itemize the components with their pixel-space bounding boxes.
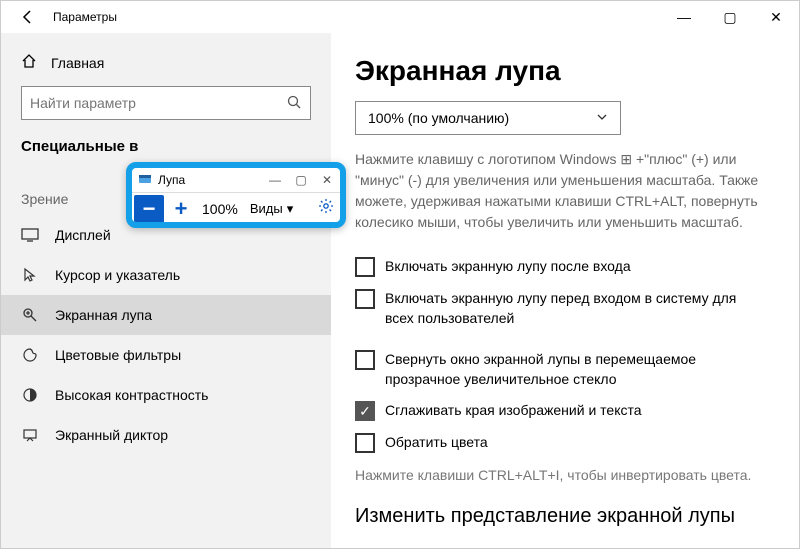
display-icon bbox=[21, 228, 39, 242]
search-input[interactable] bbox=[30, 95, 286, 111]
dropdown-caret-icon: ▾ bbox=[287, 201, 294, 217]
search-box[interactable] bbox=[21, 86, 311, 120]
page-title: Экранная лупа bbox=[355, 55, 769, 87]
sidebar-item-label: Высокая контрастность bbox=[55, 387, 208, 403]
check-smooth-edges[interactable]: ✓ Сглаживать края изображений и текста bbox=[355, 395, 769, 427]
magnifier-title: Лупа bbox=[158, 173, 185, 187]
close-button[interactable]: ✕ bbox=[753, 1, 799, 33]
magnifier-app-icon bbox=[138, 173, 152, 188]
checkbox[interactable] bbox=[355, 350, 375, 370]
magnifier-icon bbox=[21, 307, 39, 323]
home-button[interactable]: Главная bbox=[1, 47, 331, 86]
chevron-down-icon bbox=[596, 110, 608, 126]
window-controls: — ▢ ✕ bbox=[661, 1, 799, 33]
home-icon bbox=[21, 53, 37, 72]
views-label: Виды bbox=[250, 201, 283, 216]
settings-window: Параметры — ▢ ✕ Главная Специальные в Зр… bbox=[0, 0, 800, 549]
checkbox[interactable] bbox=[355, 433, 375, 453]
sidebar-item-label: Курсор и указатель bbox=[55, 267, 180, 283]
section-title: Специальные в bbox=[1, 138, 331, 165]
checkbox[interactable]: ✓ bbox=[355, 401, 375, 421]
zoom-out-button[interactable]: − bbox=[134, 195, 164, 223]
cursor-icon bbox=[21, 267, 39, 283]
sidebar-item-color-filters[interactable]: Цветовые фильтры bbox=[1, 335, 331, 375]
sidebar-item-label: Цветовые фильтры bbox=[55, 347, 181, 363]
sidebar-item-cursor[interactable]: Курсор и указатель bbox=[1, 255, 331, 295]
sidebar-item-label: Экранный диктор bbox=[55, 427, 168, 443]
main-content: Экранная лупа 100% (по умолчанию) Нажмит… bbox=[331, 33, 799, 548]
zoom-default-dropdown[interactable]: 100% (по умолчанию) bbox=[355, 101, 621, 135]
back-button[interactable] bbox=[17, 6, 39, 28]
invert-hint: Нажмите клавиши CTRL+ALT+I, чтобы инверт… bbox=[355, 467, 769, 483]
help-text: Нажмите клавишу с логотипом Windows ⊞ +"… bbox=[355, 149, 769, 233]
sidebar: Главная Специальные в Зрение Дисплей Кур… bbox=[1, 33, 331, 548]
views-dropdown[interactable]: Виды ▾ bbox=[244, 201, 299, 217]
home-label: Главная bbox=[51, 55, 104, 71]
zoom-level: 100% bbox=[196, 201, 244, 217]
sub-heading: Изменить представление экранной лупы bbox=[355, 505, 769, 528]
sidebar-item-magnifier[interactable]: Экранная лупа bbox=[1, 295, 331, 335]
minimize-button[interactable]: — bbox=[661, 1, 707, 33]
checkbox[interactable] bbox=[355, 257, 375, 277]
window-body: Главная Специальные в Зрение Дисплей Кур… bbox=[1, 33, 799, 548]
magnifier-minimize-button[interactable]: — bbox=[262, 173, 288, 187]
check-invert-colors[interactable]: Обратить цвета bbox=[355, 427, 769, 459]
check-collapse-window[interactable]: Свернуть окно экранной лупы в перемещаем… bbox=[355, 344, 769, 395]
magnifier-maximize-button[interactable]: ▢ bbox=[288, 173, 314, 187]
check-label: Включать экранную лупу после входа bbox=[385, 257, 635, 277]
magnifier-titlebar[interactable]: Лупа — ▢ ✕ bbox=[132, 168, 340, 192]
titlebar: Параметры — ▢ ✕ bbox=[1, 1, 799, 33]
check-label: Свернуть окно экранной лупы в перемещаем… bbox=[385, 350, 769, 389]
sidebar-item-narrator[interactable]: Экранный диктор bbox=[1, 415, 331, 455]
check-label: Включать экранную лупу перед входом в си… bbox=[385, 289, 769, 328]
palette-icon bbox=[21, 347, 39, 363]
magnifier-toolbar: − + 100% Виды ▾ bbox=[132, 192, 340, 224]
magnifier-window-controls: — ▢ ✕ bbox=[262, 173, 340, 187]
sidebar-item-label: Дисплей bbox=[55, 227, 111, 243]
search-icon bbox=[286, 94, 302, 113]
magnifier-toolbar-window[interactable]: Лупа — ▢ ✕ − + 100% Виды ▾ bbox=[126, 162, 346, 228]
check-label: Сглаживать края изображений и текста bbox=[385, 401, 646, 421]
sidebar-item-label: Экранная лупа bbox=[55, 307, 152, 323]
window-title: Параметры bbox=[53, 10, 117, 24]
magnifier-settings-button[interactable] bbox=[318, 198, 334, 219]
checkbox[interactable] bbox=[355, 289, 375, 309]
magnifier-close-button[interactable]: ✕ bbox=[314, 173, 340, 187]
check-enable-after-login[interactable]: Включать экранную лупу после входа bbox=[355, 251, 769, 283]
contrast-icon bbox=[21, 387, 39, 403]
check-label: Обратить цвета bbox=[385, 433, 492, 453]
check-enable-before-login[interactable]: Включать экранную лупу перед входом в си… bbox=[355, 283, 769, 334]
maximize-button[interactable]: ▢ bbox=[707, 1, 753, 33]
sidebar-item-high-contrast[interactable]: Высокая контрастность bbox=[1, 375, 331, 415]
dropdown-value: 100% (по умолчанию) bbox=[368, 110, 509, 126]
zoom-in-button[interactable]: + bbox=[166, 195, 196, 223]
narrator-icon bbox=[21, 427, 39, 443]
